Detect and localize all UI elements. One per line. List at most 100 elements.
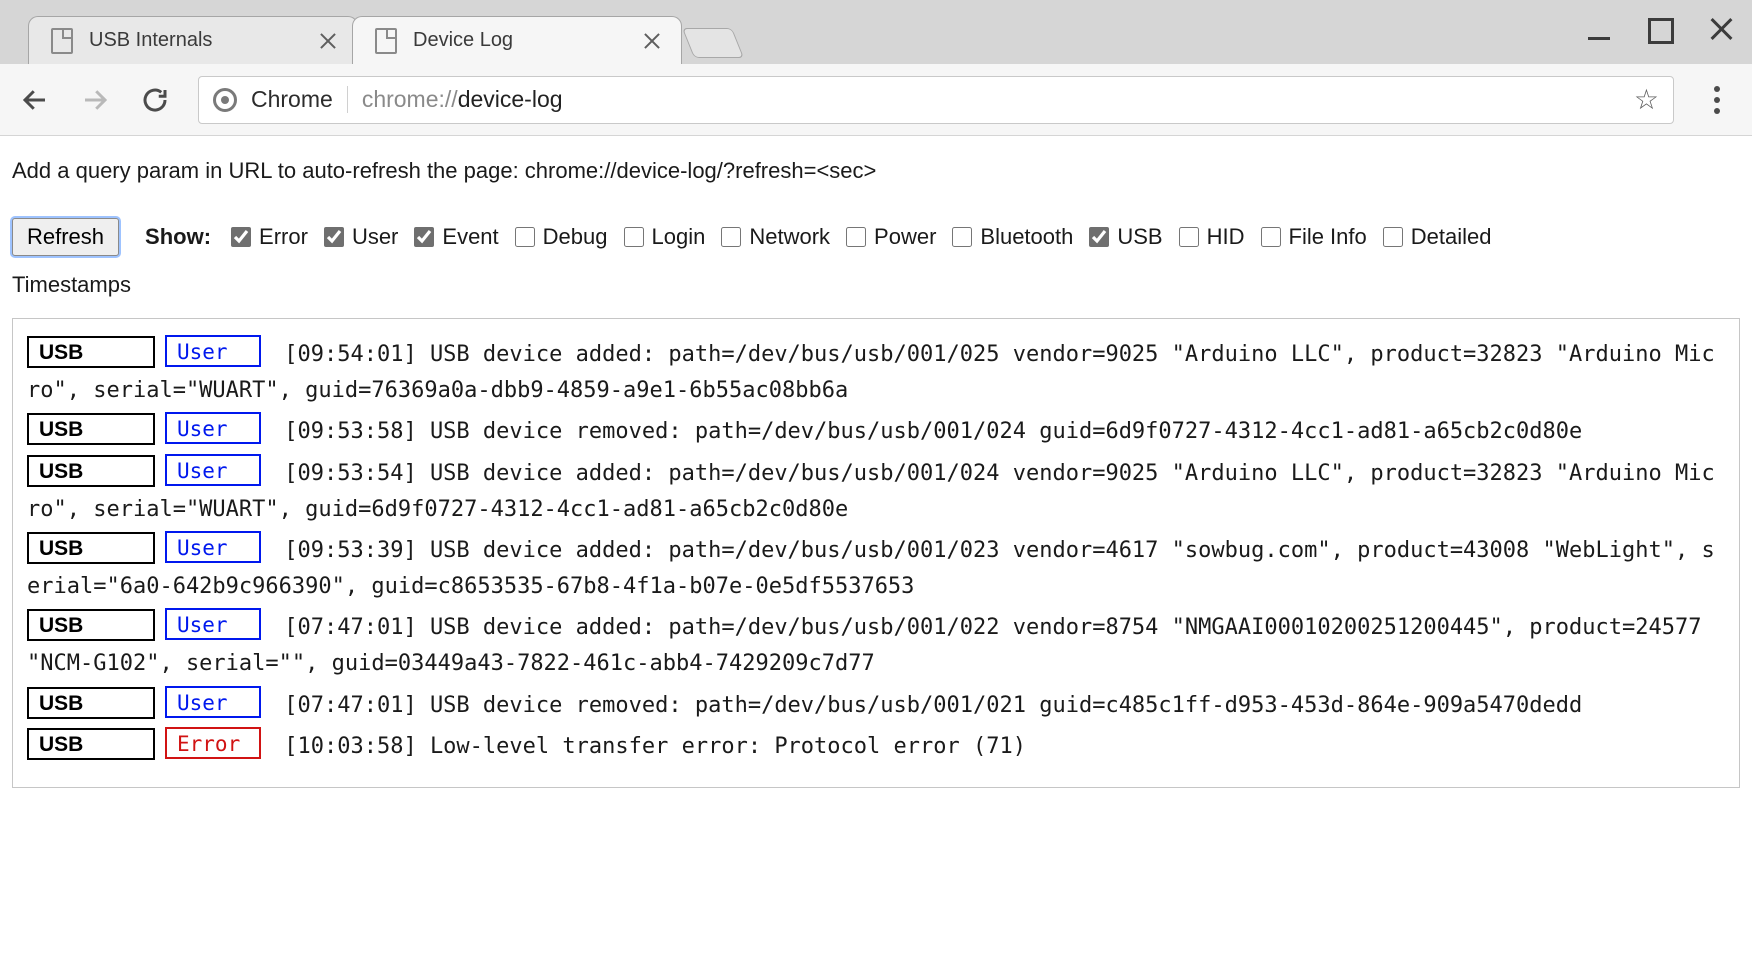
arrow-left-icon [20, 85, 50, 115]
log-type-badge: USB [27, 532, 155, 564]
filter-checkbox[interactable] [846, 227, 866, 247]
bookmark-star-icon[interactable]: ☆ [1634, 83, 1659, 116]
omnibox[interactable]: Chrome chrome://device-log ☆ [198, 76, 1674, 124]
filter-checkbox[interactable] [324, 227, 344, 247]
filter-label: File Info [1289, 224, 1367, 250]
tab-strip: USB Internals Device Log [0, 0, 738, 64]
log-output: USB User [09:54:01] USB device added: pat… [12, 318, 1740, 788]
browser-menu-button[interactable] [1700, 86, 1734, 114]
close-icon[interactable] [641, 30, 663, 52]
log-entry: USB User [09:53:54] USB device added: pat… [27, 454, 1725, 527]
log-message: [09:54:01] USB device added: path=/dev/b… [27, 342, 1715, 403]
filter-detailed[interactable]: Detailed [1383, 224, 1492, 250]
filter-checkbox[interactable] [414, 227, 434, 247]
log-entry: USB User [09:54:01] USB device added: pat… [27, 335, 1725, 408]
filter-login[interactable]: Login [624, 224, 706, 250]
filter-label: HID [1207, 224, 1245, 250]
log-type-badge: USB [27, 455, 155, 487]
omnibox-url-host: device-log [458, 86, 563, 112]
log-entry: USB User [07:47:01] USB device removed: p… [27, 686, 1725, 724]
log-message: [07:47:01] USB device removed: path=/dev… [271, 693, 1582, 718]
filter-error[interactable]: Error [231, 224, 308, 250]
filter-label: Debug [543, 224, 608, 250]
log-message: [09:53:58] USB device removed: path=/dev… [271, 419, 1582, 444]
log-entry: USB User [09:53:58] USB device removed: p… [27, 412, 1725, 450]
page-icon [51, 28, 73, 54]
minimize-icon[interactable] [1584, 16, 1614, 46]
filter-debug[interactable]: Debug [515, 224, 608, 250]
close-icon[interactable] [317, 30, 339, 52]
window-close-icon[interactable] [1708, 16, 1734, 42]
filter-checkbox[interactable] [515, 227, 535, 247]
filter-label: Power [874, 224, 936, 250]
filter-label: USB [1117, 224, 1162, 250]
filter-label: User [352, 224, 398, 250]
refresh-button[interactable]: Refresh [12, 218, 119, 256]
tab-title: Device Log [413, 29, 513, 52]
log-type-badge: USB [27, 336, 155, 368]
filter-label: Bluetooth [980, 224, 1073, 250]
filter-checkbox[interactable] [1261, 227, 1281, 247]
tab-device-log[interactable]: Device Log [352, 16, 682, 64]
filter-checkbox[interactable] [1179, 227, 1199, 247]
page-content: Add a query param in URL to auto-refresh… [0, 136, 1752, 788]
log-level-badge: User [165, 454, 261, 486]
omnibox-url-prefix: chrome:// [362, 86, 458, 112]
auto-refresh-hint: Add a query param in URL to auto-refresh… [12, 158, 1740, 184]
log-entry: USB User [07:47:01] USB device added: pat… [27, 608, 1725, 681]
log-level-badge: User [165, 686, 261, 718]
filter-bluetooth[interactable]: Bluetooth [952, 224, 1073, 250]
filter-checkbox[interactable] [1089, 227, 1109, 247]
log-level-badge: User [165, 412, 261, 444]
filter-checkbox[interactable] [952, 227, 972, 247]
filter-user[interactable]: User [324, 224, 398, 250]
omnibox-url: chrome://device-log [362, 86, 563, 113]
log-type-badge: USB [27, 609, 155, 641]
log-entry: USB Error [10:03:58] Low-level transfer e… [27, 727, 1725, 765]
show-label: Show: [145, 224, 211, 250]
tab-usb-internals[interactable]: USB Internals [28, 16, 358, 64]
log-level-badge: User [165, 531, 261, 563]
log-entry: USB User [09:53:39] USB device added: pat… [27, 531, 1725, 604]
forward-button [78, 83, 112, 117]
log-type-badge: USB [27, 728, 155, 760]
filter-file-info[interactable]: File Info [1261, 224, 1367, 250]
back-button[interactable] [18, 83, 52, 117]
chrome-icon [213, 88, 237, 112]
log-message: [09:53:39] USB device added: path=/dev/b… [27, 538, 1715, 599]
titlebar: USB Internals Device Log [0, 0, 1752, 64]
filter-label: Event [442, 224, 498, 250]
filter-checkbox[interactable] [1383, 227, 1403, 247]
timestamps-label: Timestamps [12, 272, 1740, 298]
log-level-badge: Error [165, 727, 261, 759]
page-icon [375, 28, 397, 54]
log-message: [09:53:54] USB device added: path=/dev/b… [27, 461, 1715, 522]
filter-usb[interactable]: USB [1089, 224, 1162, 250]
filter-label: Network [749, 224, 830, 250]
filter-network[interactable]: Network [721, 224, 830, 250]
log-message: [07:47:01] USB device added: path=/dev/b… [27, 615, 1701, 676]
toolbar: Chrome chrome://device-log ☆ [0, 64, 1752, 136]
log-level-badge: User [165, 608, 261, 640]
filter-event[interactable]: Event [414, 224, 498, 250]
filter-checkbox[interactable] [231, 227, 251, 247]
filter-label: Error [259, 224, 308, 250]
filter-checkbox[interactable] [721, 227, 741, 247]
reload-icon [140, 85, 170, 115]
filter-label: Login [652, 224, 706, 250]
reload-button[interactable] [138, 83, 172, 117]
new-tab-button[interactable] [682, 28, 744, 58]
filter-power[interactable]: Power [846, 224, 936, 250]
filter-label: Detailed [1411, 224, 1492, 250]
arrow-right-icon [80, 85, 110, 115]
window-controls [1584, 16, 1734, 46]
maximize-icon[interactable] [1646, 16, 1676, 46]
omnibox-origin-label: Chrome [251, 86, 348, 113]
filter-controls: Refresh Show: Error User Event Debug Login Ne… [12, 218, 1740, 298]
filter-checkbox[interactable] [624, 227, 644, 247]
log-message: [10:03:58] Low-level transfer error: Pro… [271, 734, 1026, 759]
filter-hid[interactable]: HID [1179, 224, 1245, 250]
log-type-badge: USB [27, 687, 155, 719]
log-level-badge: User [165, 335, 261, 367]
log-type-badge: USB [27, 413, 155, 445]
